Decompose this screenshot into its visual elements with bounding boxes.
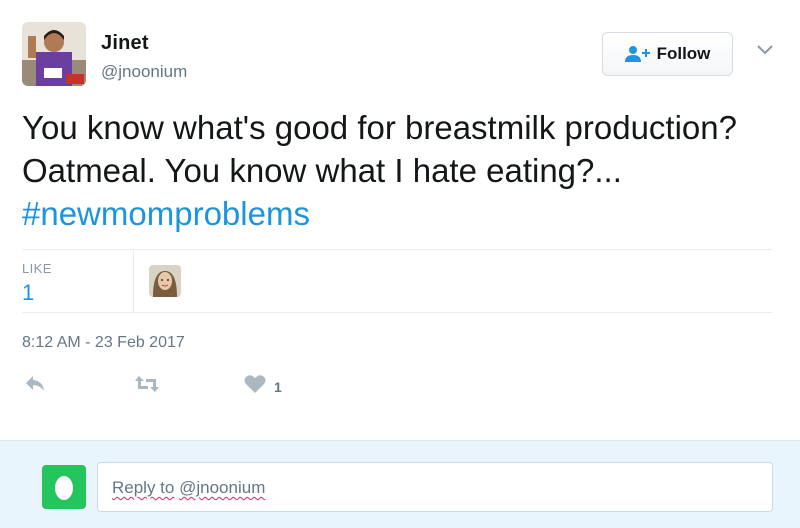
retweet-icon	[134, 376, 160, 398]
reply-icon	[24, 376, 46, 398]
chevron-down-icon[interactable]	[756, 43, 774, 55]
add-user-icon	[624, 45, 651, 63]
like-stat-label[interactable]: LIKE	[22, 261, 52, 276]
hashtag-link[interactable]: #newmomproblems	[22, 195, 310, 232]
tweet-timestamp[interactable]: 8:12 AM - 23 Feb 2017	[22, 334, 185, 352]
follow-button[interactable]: Follow	[602, 32, 733, 76]
reply-placeholder-handle: @jnoonium	[179, 478, 266, 497]
divider	[22, 312, 772, 313]
like-stat-count[interactable]: 1	[22, 280, 34, 306]
author-handle[interactable]: @jnoonium	[101, 62, 187, 82]
like-button[interactable]: 1	[244, 374, 282, 399]
divider	[22, 249, 772, 250]
like-action-count: 1	[274, 378, 282, 395]
egg-avatar-icon	[42, 465, 86, 509]
heart-icon	[244, 374, 266, 399]
tweet-text: You know what's good for breastmilk prod…	[22, 106, 762, 235]
stats-divider	[133, 250, 134, 312]
reply-input[interactable]: Reply to @jnoonium	[97, 462, 773, 512]
tweet-body: You know what's good for breastmilk prod…	[22, 109, 737, 189]
reply-button[interactable]	[24, 374, 46, 399]
follow-button-label: Follow	[656, 44, 711, 63]
reply-placeholder-prefix: Reply to	[112, 478, 175, 497]
author-avatar[interactable]	[22, 22, 86, 86]
retweet-button[interactable]	[134, 374, 160, 399]
liker-avatar[interactable]	[149, 265, 181, 297]
author-display-name[interactable]: Jinet	[101, 32, 149, 55]
